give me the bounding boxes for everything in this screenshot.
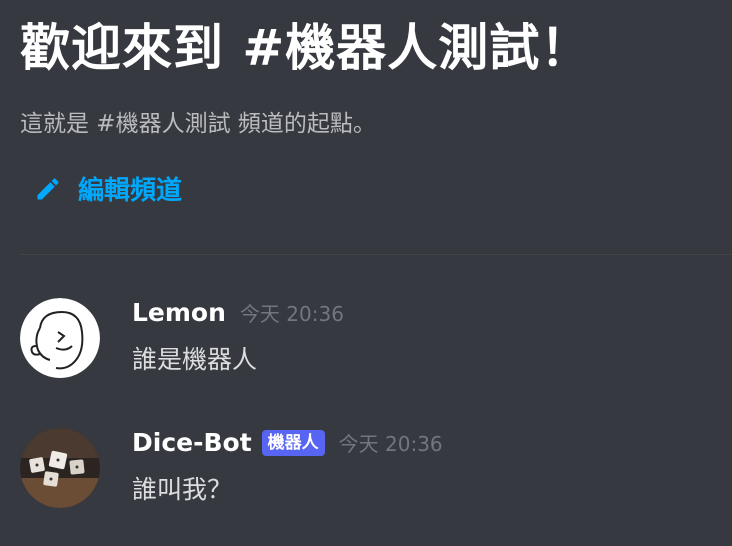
message-header: Dice-Bot 機器人 今天 20:36 — [132, 428, 443, 457]
message-content: 誰是機器人 — [132, 345, 258, 374]
bot-badge: 機器人 — [261, 429, 325, 456]
message-item: Lemon 今天 20:36 誰是機器人 — [20, 298, 732, 388]
pencil-icon — [34, 175, 62, 203]
divider — [20, 254, 732, 255]
username[interactable]: Lemon — [132, 298, 226, 327]
edit-channel-label: 編輯頻道 — [78, 176, 183, 206]
timestamp[interactable]: 今天 20:36 — [240, 298, 344, 327]
channel-welcome-view: 歡迎來到 #機器人測試！ 這就是 #機器人測試 頻道的起點。 編輯頻道 Lemo… — [0, 0, 732, 546]
message-header: Lemon 今天 20:36 — [132, 298, 344, 327]
message-item: Dice-Bot 機器人 今天 20:36 誰叫我？ — [20, 428, 732, 518]
edit-channel-button[interactable]: 編輯頻道 — [34, 170, 182, 207]
username[interactable]: Dice-Bot — [132, 428, 252, 457]
timestamp[interactable]: 今天 20:36 — [339, 428, 443, 457]
avatar[interactable] — [20, 298, 100, 378]
welcome-title: 歡迎來到 #機器人測試！ — [20, 19, 592, 77]
avatar[interactable] — [20, 428, 100, 508]
welcome-subtitle: 這就是 #機器人測試 頻道的起點。 — [20, 111, 376, 137]
message-content: 誰叫我？ — [132, 475, 233, 504]
